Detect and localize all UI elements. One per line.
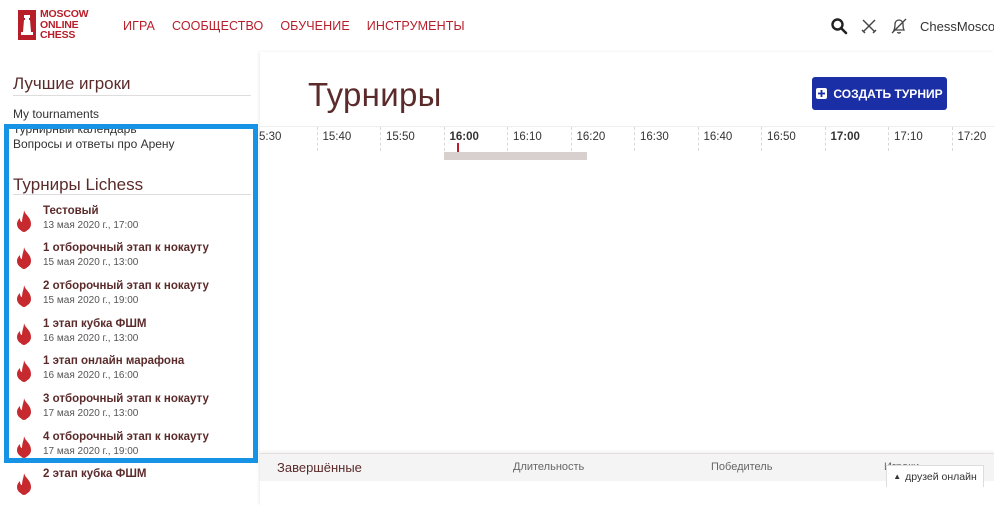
lichess-tournaments-title: Турниры Lichess [13,175,144,194]
finished-table-header: Завершённые Длительность Победитель Игро… [260,453,994,481]
sidebar-link-my-tournaments[interactable]: My tournaments [13,107,99,121]
tournament-item[interactable]: 3 отборочный этап к нокауту 17 мая 2020 … [13,393,253,429]
timeline-tick: 16:40 [703,131,733,143]
timeline-gridline [316,127,318,151]
nav-item-learn[interactable]: ОБУЧЕНИЕ [280,19,349,33]
tournaments-panel: Турниры СОЗДАТЬ ТУРНИР 5:30 15:40 15:50 16:… [259,52,994,505]
tournament-date: 16 мая 2020 г., 16:00 [43,370,139,381]
tournament-name: 1 отборочный этап к нокауту [43,242,209,254]
tournament-date: 16 мая 2020 г., 13:00 [43,333,139,344]
nav-item-community[interactable]: СООБЩЕСТВО [172,19,263,33]
tournament-timeline[interactable]: 5:30 15:40 15:50 16:00 16:10 16:20 16:30 16:40 1… [259,126,994,166]
timeline-tournament-bar[interactable] [444,152,587,160]
timeline-gridline [380,127,381,151]
bell-off-icon[interactable] [890,17,908,35]
flame-icon [17,247,31,269]
sidebar-link-arena-faq[interactable]: Вопросы и ответы про Арену [13,137,175,151]
tournament-item[interactable]: 1 этап онлайн марафона 16 мая 2020 г., 1… [13,355,253,391]
timeline-gridline [951,127,953,151]
timeline-tick: 17:20 [957,131,987,143]
plus-square-icon [816,88,828,99]
tournament-date: 15 мая 2020 г., 19:00 [43,295,139,306]
chess-logo-icon [18,10,36,40]
tournament-item[interactable]: 1 этап кубка ФШМ 16 мая 2020 г., 13:00 [13,318,253,354]
main-nav: ИГРА СООБЩЕСТВО ОБУЧЕНИЕ ИНСТРУМЕНТЫ [123,19,465,33]
friends-online-button[interactable]: ▲ друзей онлайн [886,465,984,487]
search-icon[interactable] [830,17,848,35]
timeline-gridline [888,127,889,151]
current-time-marker [457,143,459,152]
timeline-tick: 16:10 [513,131,542,143]
sidebar: Лучшие игроки My tournaments Турнирный к… [0,52,258,505]
tournament-item[interactable]: 1 отборочный этап к нокауту 15 мая 2020 … [13,242,253,278]
column-duration: Длительность [513,461,585,473]
tournament-item[interactable]: Тестовый 13 мая 2020 г., 17:00 [13,205,253,241]
flame-icon [17,360,31,382]
timeline-tick: 16:00 [449,131,479,143]
tournament-item[interactable]: 2 отборочный этап к нокауту 15 мая 2020 … [13,280,253,316]
flame-icon [17,473,31,495]
divider [13,95,251,96]
timeline-tick: 17:00 [830,131,860,143]
timeline-gridline [824,127,826,151]
timeline-gridline [697,127,699,151]
tournament-name: 4 отборочный этап к нокауту [43,431,209,443]
create-tournament-label: СОЗДАТЬ ТУРНИР [833,86,943,101]
timeline-tick: 17:10 [894,131,923,143]
nav-item-tools[interactable]: ИНСТРУМЕНТЫ [367,19,465,33]
timeline-tick: 16:20 [576,131,606,143]
timeline-tick: 5:30 [259,131,282,143]
tournament-date: 17 мая 2020 г., 19:00 [43,446,139,457]
timeline-gridline [570,127,572,151]
flame-icon [17,323,31,345]
tournament-name: 2 этап кубка ФШМ [43,468,147,480]
sidebar-link-calendar[interactable]: Турнирный календарь [13,122,137,136]
timeline-tick: 16:30 [640,131,669,143]
timeline-tick: 15:50 [386,131,415,143]
tournament-date: 17 мая 2020 г., 13:00 [43,408,139,419]
header-actions: ChessMoscow [830,17,994,35]
timeline-gridline [761,127,762,151]
tournament-date: 13 мая 2020 г., 17:00 [43,220,139,231]
flame-icon [17,436,31,458]
logo-text-3: CHESS [40,29,76,41]
timeline-tick: 15:40 [322,131,352,143]
site-logo[interactable]: MOSCOW ONLINE CHESS [18,8,98,42]
friends-online-label: друзей онлайн [905,470,977,483]
tournament-date: 15 мая 2020 г., 13:00 [43,257,139,268]
site-header: MOSCOW ONLINE CHESS ИГРА СООБЩЕСТВО ОБУЧ… [0,0,994,52]
divider [13,194,251,195]
tournament-item[interactable]: 4 отборочный этап к нокауту 17 мая 2020 … [13,431,253,467]
flame-icon [17,398,31,420]
create-tournament-button[interactable]: СОЗДАТЬ ТУРНИР [812,77,947,110]
tournament-name: 1 этап онлайн марафона [43,355,185,367]
user-menu[interactable]: ChessMoscow [920,19,994,34]
tournament-name: Тестовый [43,205,99,217]
flame-icon [17,210,31,232]
swords-icon[interactable] [860,17,878,35]
tournament-item[interactable]: 2 этап кубка ФШМ [13,468,253,504]
tournament-name: 2 отборочный этап к нокауту [43,280,209,292]
page-title: Турниры [308,76,442,113]
best-players-title[interactable]: Лучшие игроки [13,74,131,94]
column-finished: Завершённые [277,460,362,475]
tournament-name: 1 этап кубка ФШМ [43,318,147,330]
caret-up-icon: ▲ [893,472,902,481]
tournament-name: 3 отборочный этап к нокауту [43,393,209,405]
logo-text-1: MOSCOW [40,8,89,20]
timeline-gridline [443,127,445,151]
timeline-gridline [507,127,508,151]
column-winner: Победитель [711,461,773,473]
nav-item-game[interactable]: ИГРА [123,19,155,33]
timeline-tick: 16:50 [767,131,796,143]
flame-icon [17,285,31,307]
timeline-gridline [634,127,635,151]
